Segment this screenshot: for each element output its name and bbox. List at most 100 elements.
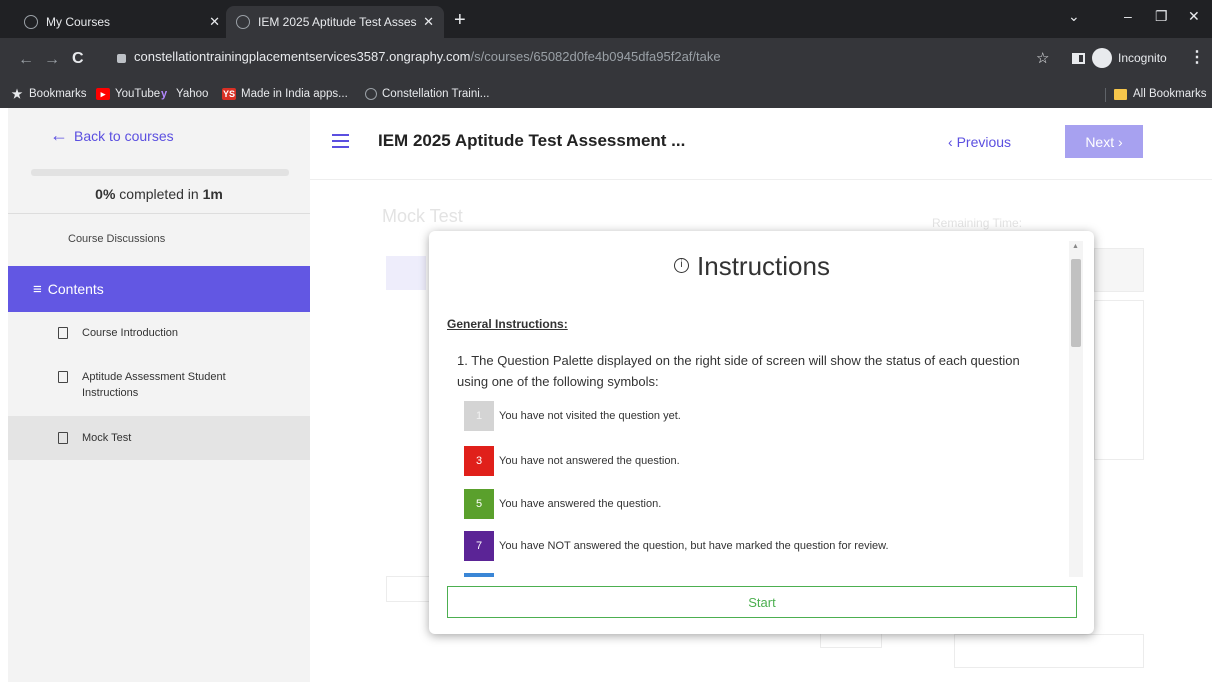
modal-scrollbar-thumb[interactable] xyxy=(1071,259,1081,347)
lesson-label: Course Introduction xyxy=(82,327,178,339)
address-bar[interactable]: constellationtrainingplacementservices35… xyxy=(134,49,721,64)
next-label: Next xyxy=(1085,133,1115,150)
bookmarks-bar: ★ Bookmarks ▸ YouTube y Yahoo YS Made in… xyxy=(0,82,1212,108)
contents-header[interactable]: ≡ Contents xyxy=(8,266,310,312)
legend-not-visited: 1 You have not visited the question yet. xyxy=(464,401,681,431)
divider xyxy=(8,213,310,214)
reload-icon[interactable]: C xyxy=(72,50,84,68)
lock-icon xyxy=(117,54,126,63)
sidebar-item-course-introduction[interactable]: Course Introduction xyxy=(8,325,310,341)
legend-text: You have NOT answered the question, but … xyxy=(499,540,889,552)
close-icon[interactable]: ✕ xyxy=(423,14,434,30)
bookmark-item[interactable]: Constellation Traini... xyxy=(365,88,489,100)
contents-label: Contents xyxy=(47,281,104,297)
status-badge: 5 xyxy=(464,489,494,519)
legend-text: You have not answered the question. xyxy=(499,455,680,467)
hamburger-menu-icon[interactable] xyxy=(332,134,349,148)
instructions-modal: i Instructions General Instructions: 1. T… xyxy=(429,231,1094,634)
new-tab-button[interactable]: + xyxy=(454,10,466,30)
incognito-label: Incognito xyxy=(1118,51,1167,65)
side-panel-icon[interactable] xyxy=(1072,53,1085,64)
progress-mid: completed in xyxy=(115,186,203,202)
incognito-indicator[interactable]: Incognito xyxy=(1092,47,1167,69)
lesson-label: Mock Test xyxy=(82,432,132,444)
background-page-title: Mock Test xyxy=(382,206,463,226)
globe-icon xyxy=(236,15,250,29)
modal-title-text: Instructions xyxy=(697,251,830,281)
bookmark-item[interactable]: y Yahoo xyxy=(157,88,208,100)
course-discussions-link[interactable]: Course Discussions xyxy=(68,233,165,245)
bookmark-star-icon[interactable]: ☆ xyxy=(1036,49,1049,67)
star-icon: ★ xyxy=(11,87,23,101)
browser-tabstrip: My Courses ✕ IEM 2025 Aptitude Test Asse… xyxy=(0,0,1212,38)
all-bookmarks[interactable]: All Bookmarks xyxy=(1114,88,1207,100)
incognito-icon xyxy=(1092,48,1112,68)
globe-icon xyxy=(24,15,38,29)
folder-icon xyxy=(1114,88,1127,100)
bookmark-item[interactable]: ★ Bookmarks xyxy=(10,88,87,100)
yahoo-icon: y xyxy=(160,88,168,100)
all-bookmarks-label: All Bookmarks xyxy=(1133,88,1207,100)
legend-text: You have answered the question. xyxy=(499,498,662,510)
info-icon: i xyxy=(674,257,690,273)
status-badge: 3 xyxy=(464,446,494,476)
background-tab xyxy=(386,256,426,290)
maximize-icon[interactable]: ❐ xyxy=(1155,8,1168,25)
bookmark-item[interactable]: YS Made in India apps... xyxy=(222,88,348,100)
close-icon[interactable]: ✕ xyxy=(209,14,220,30)
back-label: Back to courses xyxy=(74,127,174,144)
youtube-icon: ▸ xyxy=(96,88,110,100)
sidebar-item-student-instructions[interactable]: Aptitude Assessment Student Instructions xyxy=(8,369,310,401)
minimize-icon[interactable]: – xyxy=(1124,8,1132,24)
bookmark-label: Yahoo xyxy=(176,88,209,100)
back-to-courses-link[interactable]: ← Back to courses xyxy=(50,125,174,146)
course-title: IEM 2025 Aptitude Test Assessment ... xyxy=(378,131,686,150)
quiz-icon xyxy=(58,432,68,444)
arrow-left-icon: ← xyxy=(50,125,68,145)
course-progress-bar xyxy=(31,169,289,176)
legend-text: You have not visited the question yet. xyxy=(499,410,681,422)
chevron-right-icon: › xyxy=(1114,133,1123,150)
document-icon xyxy=(58,327,68,339)
tab-title: My Courses xyxy=(46,15,111,29)
status-badge: 7 xyxy=(464,531,494,561)
status-badge: 1 xyxy=(464,401,494,431)
ys-icon: YS xyxy=(222,88,236,100)
tab-title: IEM 2025 Aptitude Test Assessme xyxy=(258,15,417,29)
tab-my-courses[interactable]: My Courses ✕ xyxy=(14,6,230,38)
next-button[interactable]: Next › xyxy=(1065,125,1143,158)
forward-arrow-icon[interactable]: → xyxy=(44,51,60,69)
chevron-left-icon: ‹ xyxy=(948,134,957,150)
background-palette-header xyxy=(1094,248,1144,292)
sidebar-item-mock-test[interactable]: Mock Test xyxy=(8,416,310,460)
tab-search-icon[interactable]: ⌄ xyxy=(1068,8,1080,25)
modal-title: i Instructions xyxy=(429,251,1075,282)
start-button[interactable]: Start xyxy=(447,586,1077,618)
legend-marked-review: 7 You have NOT answered the question, bu… xyxy=(464,531,889,561)
browser-menu-icon[interactable]: ⋮ xyxy=(1189,47,1205,67)
background-panel xyxy=(954,634,1144,668)
progress-value: 0% xyxy=(95,186,116,202)
bookmark-label: Made in India apps... xyxy=(241,88,348,100)
previous-button[interactable]: ‹ Previous xyxy=(948,134,1011,150)
progress-time: 1m xyxy=(202,186,223,202)
back-arrow-icon[interactable]: ← xyxy=(18,51,34,69)
globe-icon xyxy=(365,88,377,100)
legend-answered: 5 You have answered the question. xyxy=(464,489,661,519)
bookmark-label: Constellation Traini... xyxy=(382,88,490,100)
background-remaining-time: Remaining Time: xyxy=(932,216,1023,230)
pdf-icon xyxy=(58,371,68,383)
tab-iem-aptitude[interactable]: IEM 2025 Aptitude Test Assessme ✕ xyxy=(226,6,444,38)
window-close-icon[interactable]: ✕ xyxy=(1188,8,1200,25)
bookmark-item[interactable]: ▸ YouTube xyxy=(96,88,160,100)
list-icon: ≡ xyxy=(33,280,42,298)
progress-text: 0% completed in 1m xyxy=(8,186,310,202)
lesson-label: Aptitude Assessment Student Instructions xyxy=(82,371,226,399)
url-domain: constellationtrainingplacementservices35… xyxy=(134,49,471,64)
scroll-up-icon[interactable]: ▲ xyxy=(1072,243,1079,250)
legend-not-answered: 3 You have not answered the question. xyxy=(464,446,680,476)
background-save-button xyxy=(386,576,430,602)
general-instructions-heading: General Instructions: xyxy=(447,317,568,331)
legend-partial xyxy=(464,573,499,577)
bookmark-label: YouTube xyxy=(115,88,161,100)
